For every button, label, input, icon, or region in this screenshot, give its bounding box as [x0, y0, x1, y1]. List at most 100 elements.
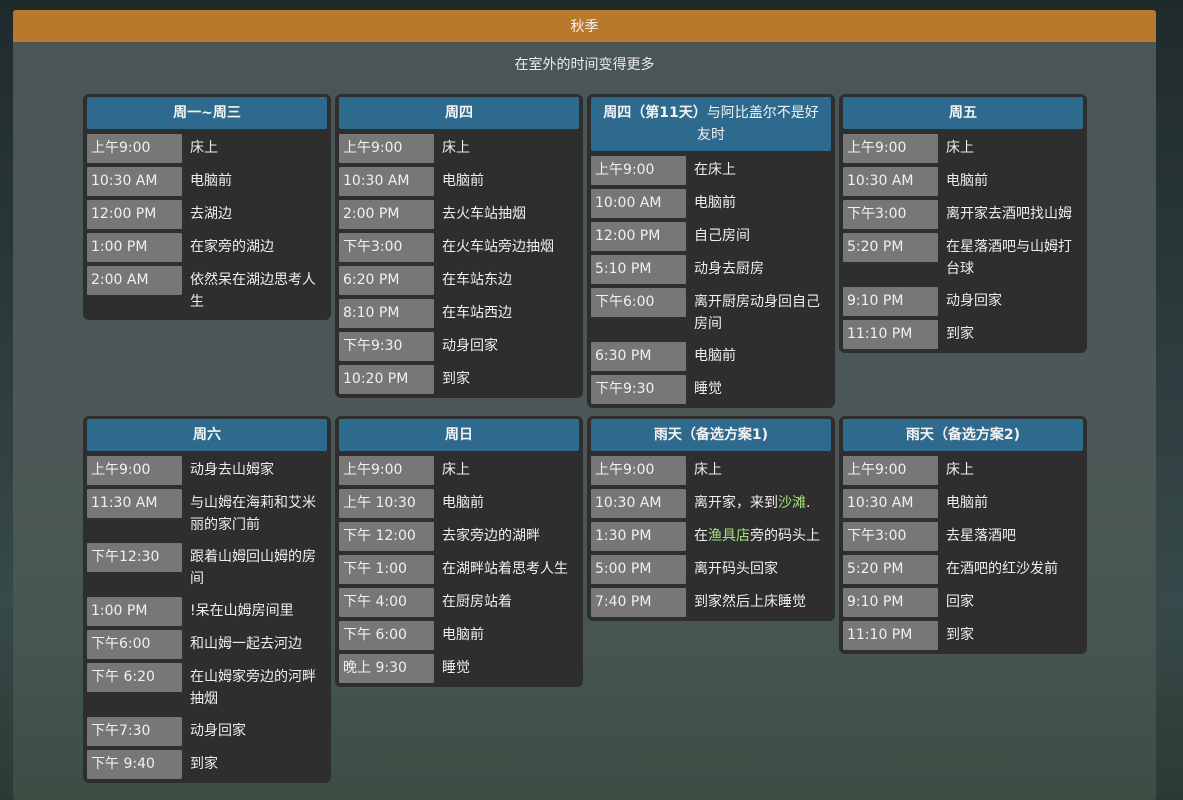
schedule-desc: 睡觉	[442, 660, 470, 676]
schedule-row: 7:40 PM 到家然后上床睡觉	[591, 588, 831, 617]
schedule-row: 5:20 PM 在星落酒吧与山姆打台球	[843, 233, 1083, 283]
schedule-desc: 到家	[442, 371, 470, 387]
schedule-row: 10:30 AM 电脑前	[843, 167, 1083, 196]
schedule-time: 10:30 AM	[339, 167, 434, 196]
schedule-row: 10:30 AM 电脑前	[843, 489, 1083, 518]
schedule-row: 12:00 PM 自己房间	[591, 222, 831, 251]
schedule-row: 5:00 PM 离开码头回家	[591, 555, 831, 584]
schedule-row: 2:00 PM 去火车站抽烟	[339, 200, 579, 229]
location-link[interactable]: 渔具店	[708, 528, 750, 544]
schedule-time: 9:10 PM	[843, 588, 938, 617]
location-link[interactable]: 沙滩	[778, 495, 806, 511]
schedule-row: 1:30 PM 在渔具店旁的码头上	[591, 522, 831, 551]
schedule-desc: 依然呆在湖边思考人生	[190, 272, 316, 310]
schedule-time: 上午9:00	[591, 156, 686, 185]
schedule-time: 12:00 PM	[87, 200, 182, 229]
schedule-desc: 床上	[442, 462, 470, 478]
schedule-row: 上午9:00 床上	[843, 134, 1083, 163]
schedule-desc: 离开码头回家	[694, 561, 778, 577]
schedule-time: 9:10 PM	[843, 287, 938, 316]
card-title: 周一~周三	[87, 97, 327, 129]
schedule-desc: 跟着山姆回山姆的房间	[190, 549, 316, 587]
schedule-row: 1:00 PM 在家旁的湖边	[87, 233, 327, 262]
schedule-time: 10:30 AM	[843, 167, 938, 196]
schedule-time: 5:20 PM	[843, 233, 938, 262]
card-title-rest: 与阿比盖尔不是好友时	[697, 105, 819, 143]
schedule-time: 5:10 PM	[591, 255, 686, 284]
schedule-desc: 床上	[694, 462, 722, 478]
schedule-time: 上午9:00	[339, 456, 434, 485]
schedule-desc: 到家然后上床睡觉	[694, 594, 806, 610]
schedule-row: 下午9:30 动身回家	[339, 332, 579, 361]
schedule-row: 12:00 PM 去湖边	[87, 200, 327, 229]
schedule-desc: 动身去山姆家	[190, 462, 274, 478]
schedule-desc: 在湖畔站着思考人生	[442, 561, 568, 577]
schedule-row: 下午 9:40 到家	[87, 750, 327, 779]
schedule-desc: 在渔具店旁的码头上	[686, 522, 831, 550]
schedule-time: 下午 4:00	[339, 588, 434, 617]
schedule-row: 下午 6:20 在山姆家旁边的河畔抽烟	[87, 663, 327, 713]
schedule-time: 下午3:00	[843, 522, 938, 551]
schedule-row: 上午9:00 床上	[843, 456, 1083, 485]
schedule-desc: 睡觉	[694, 381, 722, 397]
schedule-time: 5:00 PM	[591, 555, 686, 584]
schedule-row: 6:20 PM 在车站东边	[339, 266, 579, 295]
card-title-bold: 周四（第11天）	[603, 105, 707, 121]
schedule-row: 上午9:00 在床上	[591, 156, 831, 185]
card-title: 雨天（备选方案1)	[591, 419, 831, 451]
schedule-row: 5:10 PM 动身去厨房	[591, 255, 831, 284]
schedule-row: 10:20 PM 到家	[339, 365, 579, 394]
schedule-time: 下午7:30	[87, 717, 182, 746]
schedule-row: 下午 6:00 电脑前	[339, 621, 579, 650]
schedule-row: 下午 12:00 去家旁边的湖畔	[339, 522, 579, 551]
schedule-row: 8:10 PM 在车站西边	[339, 299, 579, 328]
schedule-row: 下午7:30 动身回家	[87, 717, 327, 746]
schedule-desc: !呆在山姆房间里	[190, 603, 294, 619]
schedule-card-mon-wed: 周一~周三 上午9:00 床上 10:30 AM 电脑前 12:00 PM 去湖边 1:00…	[83, 94, 331, 320]
schedule-time: 10:20 PM	[339, 365, 434, 394]
schedule-desc: 与山姆在海莉和艾米丽的家门前	[190, 495, 316, 533]
schedule-desc: 在火车站旁边抽烟	[442, 239, 554, 255]
schedule-time: 6:30 PM	[591, 342, 686, 371]
season-header[interactable]: 秋季	[13, 10, 1156, 42]
schedule-row: 下午6:00 和山姆一起去河边	[87, 630, 327, 659]
schedule-time: 下午3:00	[843, 200, 938, 229]
schedule-desc: 电脑前	[442, 627, 484, 643]
schedule-time: 下午 6:00	[339, 621, 434, 650]
schedule-desc: 去湖边	[190, 206, 232, 222]
schedule-card-sun: 周日 上午9:00 床上 上午 10:30 电脑前 下午 12:00 去家旁边的湖畔 下午 …	[335, 416, 583, 687]
schedule-card-fri: 周五 上午9:00 床上 10:30 AM 电脑前 下午3:00 离开家去酒吧找山姆 5:2…	[839, 94, 1087, 353]
schedule-row: 10:00 AM 电脑前	[591, 189, 831, 218]
schedule-desc: 电脑前	[190, 173, 232, 189]
schedule-desc: 床上	[946, 140, 974, 156]
schedule-time: 下午 1:00	[339, 555, 434, 584]
schedule-panel: 秋季 在室外的时间变得更多 周一~周三 上午9:00 床上 10:30 AM 电脑前 1…	[13, 10, 1156, 800]
schedule-row: 10:30 AM 电脑前	[87, 167, 327, 196]
schedule-desc: 动身回家	[442, 338, 498, 354]
schedule-desc: 去星落酒吧	[946, 528, 1016, 544]
schedule-time: 10:00 AM	[591, 189, 686, 218]
schedule-time: 11:30 AM	[87, 489, 182, 518]
schedule-desc-text: 在	[694, 528, 708, 544]
schedule-desc: 动身去厨房	[694, 261, 764, 277]
schedule-row: 9:10 PM 动身回家	[843, 287, 1083, 316]
schedule-time: 1:00 PM	[87, 233, 182, 262]
schedule-row: 上午9:00 床上	[339, 456, 579, 485]
schedule-time: 12:00 PM	[591, 222, 686, 251]
schedule-desc: 和山姆一起去河边	[190, 636, 302, 652]
schedule-card-thu: 周四 上午9:00 床上 10:30 AM 电脑前 2:00 PM 去火车站抽烟 下午3:0…	[335, 94, 583, 398]
schedule-time: 11:10 PM	[843, 621, 938, 650]
schedule-desc-text: .	[806, 495, 811, 511]
schedule-desc: 在酒吧的红沙发前	[946, 561, 1058, 577]
schedule-desc: 在家旁的湖边	[190, 239, 274, 255]
schedule-time: 6:20 PM	[339, 266, 434, 295]
schedule-time: 下午9:30	[591, 375, 686, 404]
season-title: 秋季	[570, 19, 599, 35]
schedule-row: 晚上 9:30 睡觉	[339, 654, 579, 683]
card-title: 周四	[339, 97, 579, 129]
schedule-desc: 到家	[946, 326, 974, 342]
schedule-desc: 自己房间	[694, 228, 750, 244]
schedule-row: 9:10 PM 回家	[843, 588, 1083, 617]
schedule-row: 下午6:00 离开厨房动身回自己房间	[591, 288, 831, 338]
schedule-desc: 在山姆家旁边的河畔抽烟	[190, 669, 316, 707]
